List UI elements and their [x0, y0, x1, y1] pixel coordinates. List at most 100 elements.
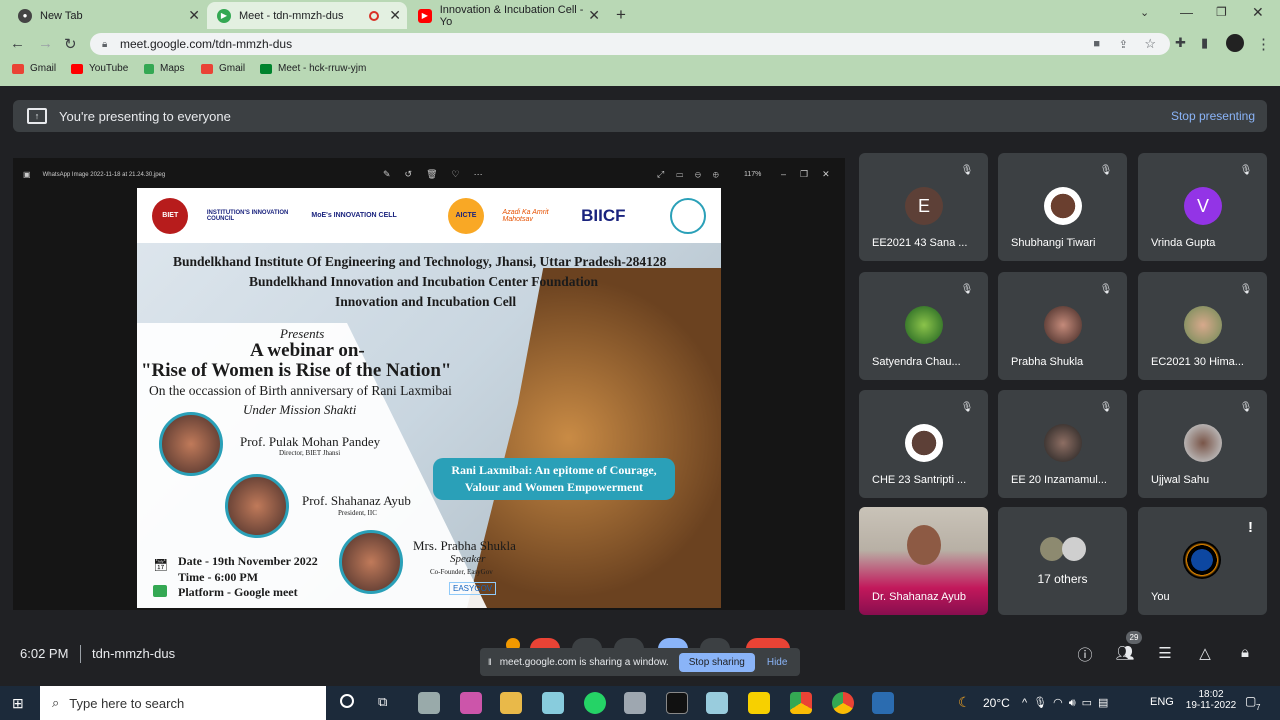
biet-logo: BIET: [152, 197, 189, 234]
biicf-logo: BIICF: [581, 205, 626, 225]
bookmark-youtube[interactable]: YouTube: [71, 63, 128, 74]
pause-icon: ‖: [488, 657, 492, 667]
participant-tile[interactable]: 🎙︎ Ujjwal Sahu: [1138, 390, 1267, 498]
bookmark-gmail[interactable]: Gmail: [12, 63, 56, 74]
participant-tile[interactable]: 🎙︎ Prabha Shukla: [998, 272, 1127, 380]
share-icon[interactable]: ⇪: [1119, 38, 1128, 51]
gmail-icon: [12, 63, 24, 74]
others-tile[interactable]: 17 others: [998, 507, 1127, 615]
camera-icon[interactable]: ■: [1093, 38, 1100, 50]
mic-off-icon: 🎙︎: [1239, 284, 1253, 295]
cortana-icon[interactable]: [340, 694, 354, 708]
participant-tile[interactable]: 🎙︎ Satyendra Chau...: [859, 272, 988, 380]
weather-icon: ☾: [958, 694, 971, 710]
sticky-notes-icon[interactable]: [748, 692, 770, 714]
video-face: [907, 525, 941, 565]
viewer-window-controls[interactable]: –❐✕: [781, 169, 844, 180]
speaker3-photo: [339, 530, 403, 594]
viewer-actions[interactable]: ✎↺🗑︎♡⋯: [383, 169, 497, 180]
poster-logos: BIET INSTITUTION'S INNOVATION COUNCIL Mo…: [137, 188, 721, 243]
avatar: [1044, 187, 1082, 225]
calculator-icon[interactable]: [624, 692, 646, 714]
sidepanel-icon[interactable]: ▮: [1201, 35, 1208, 51]
self-tile[interactable]: ! You: [1138, 507, 1267, 615]
terminal-icon[interactable]: [666, 692, 688, 714]
avatar: [1184, 424, 1222, 462]
bookmark-gmail-2[interactable]: Gmail: [201, 63, 245, 74]
tab-meet[interactable]: ▶ Meet - tdn-mmzh-dus ✕: [207, 2, 407, 29]
azadi-logo: Azadi Ka Amrit Mahotsav: [502, 208, 549, 223]
app-icon[interactable]: [542, 692, 564, 714]
chat-icon[interactable]: ☰: [1155, 644, 1175, 664]
star-icon[interactable]: ☆: [1144, 36, 1156, 52]
aicte-logo: AICTE: [447, 197, 484, 234]
mic-off-icon: 🎙︎: [1099, 402, 1113, 413]
tab-search-icon[interactable]: ⌄: [1140, 6, 1149, 19]
participant-tile[interactable]: 🎙︎ E EE2021 43 Sana ...: [859, 153, 988, 261]
minimize-button[interactable]: —: [1180, 5, 1193, 20]
maps-icon: [144, 63, 154, 74]
participant-tile[interactable]: 🎙︎ CHE 23 Santripti ...: [859, 390, 988, 498]
viewer-zoom-controls[interactable]: ⤢▭⊖⊕: [657, 169, 731, 180]
moe-logo: MoE's INNOVATION CELL: [311, 212, 397, 219]
present-icon: ↑: [27, 108, 47, 124]
avatar: [905, 306, 943, 344]
taskbar-search[interactable]: ⌕ Type here to search: [40, 686, 326, 720]
chrome-icon[interactable]: [832, 692, 854, 714]
tray-icons[interactable]: ^🎙︎◠🔊︎▭▤: [1022, 696, 1114, 710]
back-icon[interactable]: ←: [10, 35, 25, 52]
extensions-icon[interactable]: ✚: [1175, 35, 1186, 51]
mic-off-icon: 🎙︎: [960, 165, 974, 176]
sharing-notification: ‖ meet.google.com is sharing a window. S…: [480, 648, 800, 676]
search-icon: ⌕: [52, 695, 60, 710]
mic-off-icon: 🎙︎: [960, 402, 974, 413]
chrome-icon[interactable]: [790, 692, 812, 714]
bookmark-maps[interactable]: Maps: [144, 63, 184, 74]
address-bar[interactable]: 🔒︎ meet.google.com/tdn-mmzh-dus ■ ⇪ ☆: [90, 33, 1170, 55]
app-icon[interactable]: [418, 692, 440, 714]
windows-start-icon[interactable]: ⊞: [12, 695, 24, 712]
avatar: [1184, 306, 1222, 344]
photos-icon[interactable]: [872, 692, 894, 714]
participant-video-tile[interactable]: Dr. Shahanaz Ayub: [859, 507, 988, 615]
participant-tile[interactable]: 🎙︎ V Vrinda Gupta: [1138, 153, 1267, 261]
mic-off-icon: 🎙︎: [1099, 284, 1113, 295]
task-view-icon[interactable]: ⧉: [378, 694, 387, 710]
alert-icon[interactable]: !: [1248, 519, 1253, 536]
app-icon[interactable]: [706, 692, 728, 714]
activities-icon[interactable]: △: [1195, 644, 1215, 664]
mic-off-icon: 🎙︎: [1239, 402, 1253, 413]
reload-icon[interactable]: ↻: [64, 35, 77, 53]
app-icon[interactable]: [460, 692, 482, 714]
stop-sharing-button[interactable]: Stop sharing: [678, 652, 755, 672]
close-icon[interactable]: ✕: [188, 7, 200, 24]
close-window-button[interactable]: ✕: [1252, 4, 1264, 21]
close-icon[interactable]: ✕: [588, 7, 600, 24]
maximize-button[interactable]: ❐: [1216, 5, 1227, 19]
notifications-icon[interactable]: ▢: [1245, 694, 1256, 708]
meet-icon: [153, 585, 167, 597]
avatar: [1044, 424, 1082, 462]
tab-youtube[interactable]: ▶ Innovation & Incubation Cell - Yo ✕: [408, 2, 606, 29]
forward-icon[interactable]: →: [38, 35, 53, 52]
whatsapp-icon[interactable]: [584, 692, 606, 714]
host-controls-icon[interactable]: 🔒︎: [1235, 644, 1255, 664]
participant-tile[interactable]: 🎙︎ EE 20 Inzamamul...: [998, 390, 1127, 498]
info-icon[interactable]: ⓘ: [1075, 644, 1095, 664]
stop-presenting-button[interactable]: Stop presenting: [1171, 109, 1255, 123]
participant-tile[interactable]: 🎙︎ Shubhangi Tiwari: [998, 153, 1127, 261]
tab-new-tab[interactable]: ● New Tab ✕: [8, 2, 206, 29]
profile-avatar[interactable]: [1226, 34, 1244, 52]
people-icon[interactable]: 👥︎: [1115, 644, 1135, 664]
new-tab-button[interactable]: +: [616, 5, 626, 25]
file-explorer-icon[interactable]: [500, 692, 522, 714]
people-count-badge: 29: [1126, 631, 1142, 644]
participant-tile[interactable]: 🎙︎ EC2021 30 Hima...: [1138, 272, 1267, 380]
close-icon[interactable]: ✕: [389, 7, 401, 24]
mic-off-icon: 🎙︎: [1239, 165, 1253, 176]
lock-icon: 🔒︎: [102, 38, 108, 50]
menu-icon[interactable]: ⋮: [1256, 35, 1271, 53]
avatar: V: [1184, 187, 1222, 225]
hide-button[interactable]: Hide: [767, 657, 788, 668]
bookmark-meet[interactable]: Meet - hck-rruw-yjm: [260, 63, 366, 74]
